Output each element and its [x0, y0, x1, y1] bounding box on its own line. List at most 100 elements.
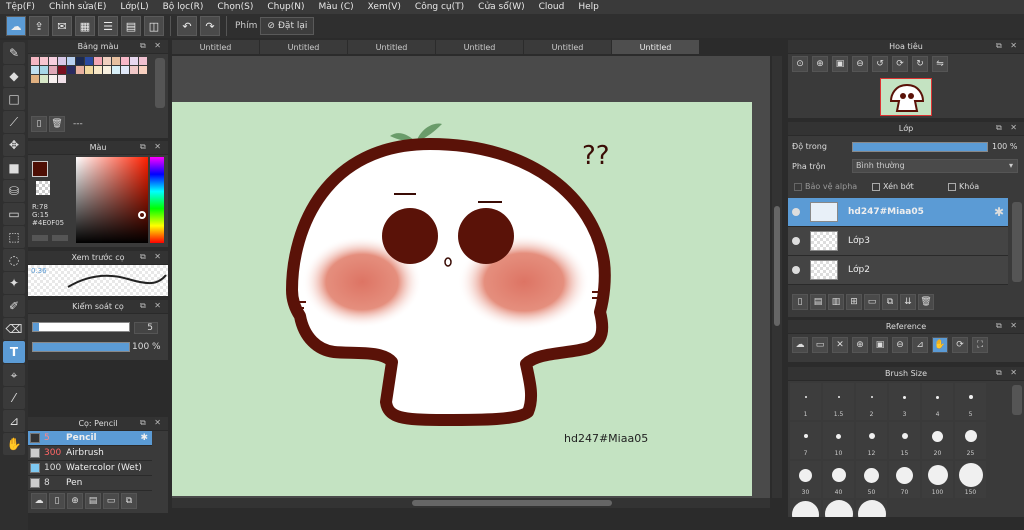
brush-size-cell[interactable]: 15	[889, 422, 920, 459]
flip-icon[interactable]: ⇋	[932, 56, 948, 72]
panel-window-icons[interactable]: ⧉ ✕	[140, 418, 164, 428]
document-tab[interactable]: Untitled	[348, 40, 435, 54]
saturation-value-picker[interactable]	[76, 157, 148, 243]
redo-icon[interactable]: ↷	[200, 16, 220, 36]
menu-item[interactable]: Tệp(F)	[6, 2, 35, 12]
delete-palette-icon[interactable]: 🗑	[49, 116, 65, 132]
palette-swatch[interactable]	[40, 66, 48, 74]
blend-mode-select[interactable]: Bình thường ▾	[852, 159, 1018, 173]
brush-folder-icon[interactable]: ▭	[103, 493, 119, 509]
select-rect-tool-icon[interactable]: ⬚	[3, 226, 25, 248]
menu-item[interactable]: Help	[578, 2, 599, 12]
brush-size-cell[interactable]: 30	[790, 461, 821, 498]
new-palette-icon[interactable]: ▯	[31, 116, 47, 132]
undo-icon[interactable]: ↶	[177, 16, 197, 36]
layer-folder-icon[interactable]: ▭	[864, 294, 880, 310]
palette-scrollbar[interactable]	[155, 58, 165, 108]
hand-tool-icon[interactable]: ✋	[3, 433, 25, 455]
reset-button[interactable]: ⊘ Đặt lại	[260, 17, 315, 35]
palette-swatch[interactable]	[103, 66, 111, 74]
lasso-tool-icon[interactable]: ◌	[3, 249, 25, 271]
palette-grid[interactable]	[28, 54, 152, 87]
palette-swatch[interactable]	[67, 57, 75, 65]
bucket-tool-icon[interactable]: ⛁	[3, 180, 25, 202]
reference-cloud-icon[interactable]: ☁	[792, 337, 808, 353]
rotate-right-icon[interactable]: ↻	[912, 56, 928, 72]
select-eraser-tool-icon[interactable]: ⌫	[3, 318, 25, 340]
menu-item[interactable]: Cửa sổ(W)	[478, 2, 524, 12]
palette-swatch[interactable]	[94, 57, 102, 65]
visibility-icon[interactable]	[792, 237, 800, 245]
menu-item[interactable]: Bộ lọc(R)	[163, 2, 204, 12]
palette-swatch[interactable]	[85, 66, 93, 74]
canvas-area[interactable]: ?? hd247#Miaa05	[172, 56, 770, 498]
layer-row[interactable]: Lớp2	[788, 256, 1008, 285]
menu-item[interactable]: Chọn(S)	[217, 2, 253, 12]
add-layer-menu-icon[interactable]: ⊞	[846, 294, 862, 310]
merge-layer-icon[interactable]: ⇊	[900, 294, 916, 310]
document-tab[interactable]: Untitled	[172, 40, 259, 54]
brush-size-cell[interactable]: 1	[790, 383, 821, 420]
canvas-vertical-scrollbar[interactable]	[772, 56, 782, 498]
panel-window-icons[interactable]: ⧉ ✕	[140, 301, 164, 311]
palette-swatch[interactable]	[112, 57, 120, 65]
menu-item[interactable]: Công cụ(T)	[415, 2, 464, 12]
reference-zoom-in-icon[interactable]: ⊕	[852, 337, 868, 353]
brush-duplicate-icon[interactable]: ⧉	[121, 493, 137, 509]
brush-list-item[interactable]: 5 Pencil ✱	[28, 431, 152, 446]
brush-size-cell[interactable]: 10	[823, 422, 854, 459]
navigator-thumbnail[interactable]	[880, 78, 932, 116]
gradient-tool-icon[interactable]: ▭	[3, 203, 25, 225]
hue-slider[interactable]	[150, 157, 164, 243]
palette-swatch[interactable]	[49, 66, 57, 74]
palette-swatch[interactable]	[139, 57, 147, 65]
primary-color-swatch[interactable]	[32, 161, 48, 177]
duplicate-layer-icon[interactable]: ⧉	[882, 294, 898, 310]
palette-swatch[interactable]	[49, 57, 57, 65]
new-brush-icon[interactable]: ▯	[49, 493, 65, 509]
lock-checkbox[interactable]: Khóa	[948, 182, 979, 191]
brush-size-slider[interactable]	[32, 322, 130, 332]
reference-close-icon[interactable]: ✕	[832, 337, 848, 353]
vertical-scroll-thumb[interactable]	[774, 206, 780, 326]
drawing-canvas[interactable]: ?? hd247#Miaa05	[172, 102, 752, 496]
picker-cursor[interactable]	[138, 211, 146, 219]
visibility-icon[interactable]	[792, 208, 800, 216]
divide-tool-icon[interactable]: ⁄	[3, 387, 25, 409]
move-tool-icon[interactable]: ✥	[3, 134, 25, 156]
new-halftone-layer-icon[interactable]: ▤	[810, 294, 826, 310]
gear-icon[interactable]: ✱	[140, 433, 148, 443]
magic-wand-tool-icon[interactable]: ✦	[3, 272, 25, 294]
menu-item[interactable]: Chụp(N)	[267, 2, 304, 12]
grid-icon[interactable]: ▦	[75, 16, 95, 36]
palette-swatch[interactable]	[76, 57, 84, 65]
palette-swatch[interactable]	[40, 57, 48, 65]
rectangle-tool-icon[interactable]: □	[3, 88, 25, 110]
panel-window-icons[interactable]: ⧉ ✕	[996, 41, 1020, 51]
eraser-tool-icon[interactable]: ◆	[3, 65, 25, 87]
reference-rotate-icon[interactable]: ⟳	[952, 337, 968, 353]
palette-swatch[interactable]	[67, 66, 75, 74]
brush-size-cell[interactable]: 5	[955, 383, 986, 420]
panel-window-icons[interactable]: ⧉ ✕	[140, 142, 164, 152]
menu-item[interactable]: Cloud	[539, 2, 565, 12]
palette-swatch[interactable]	[31, 75, 39, 83]
brush-size-cell[interactable]: 200	[790, 500, 821, 517]
palette-swatch[interactable]	[139, 66, 147, 74]
brush-size-cell[interactable]: 50	[856, 461, 887, 498]
brush-size-cell[interactable]: 100	[922, 461, 953, 498]
layer-row[interactable]: Lớp3	[788, 227, 1008, 256]
protect-alpha-checkbox[interactable]: Bảo vệ alpha	[794, 182, 857, 191]
palette-swatch[interactable]	[31, 66, 39, 74]
brush-list-item[interactable]: 100 Watercolor (Wet)	[28, 461, 152, 476]
palette-swatch[interactable]	[49, 75, 57, 83]
brush-size-cell[interactable]: 150	[955, 461, 986, 498]
reference-eyedropper-icon[interactable]: ⊿	[912, 337, 928, 353]
layer-row[interactable]: hd247#Miaa05 ✱	[788, 198, 1008, 227]
reference-fullscreen-icon[interactable]: ⛶	[972, 337, 988, 353]
reference-hand-icon[interactable]: ✋	[932, 337, 948, 353]
brush-size-cell[interactable]: 400	[856, 500, 887, 517]
menu-icon[interactable]: ☰	[98, 16, 118, 36]
palette-swatch[interactable]	[58, 75, 66, 83]
brush-size-cell[interactable]: 1.5	[823, 383, 854, 420]
